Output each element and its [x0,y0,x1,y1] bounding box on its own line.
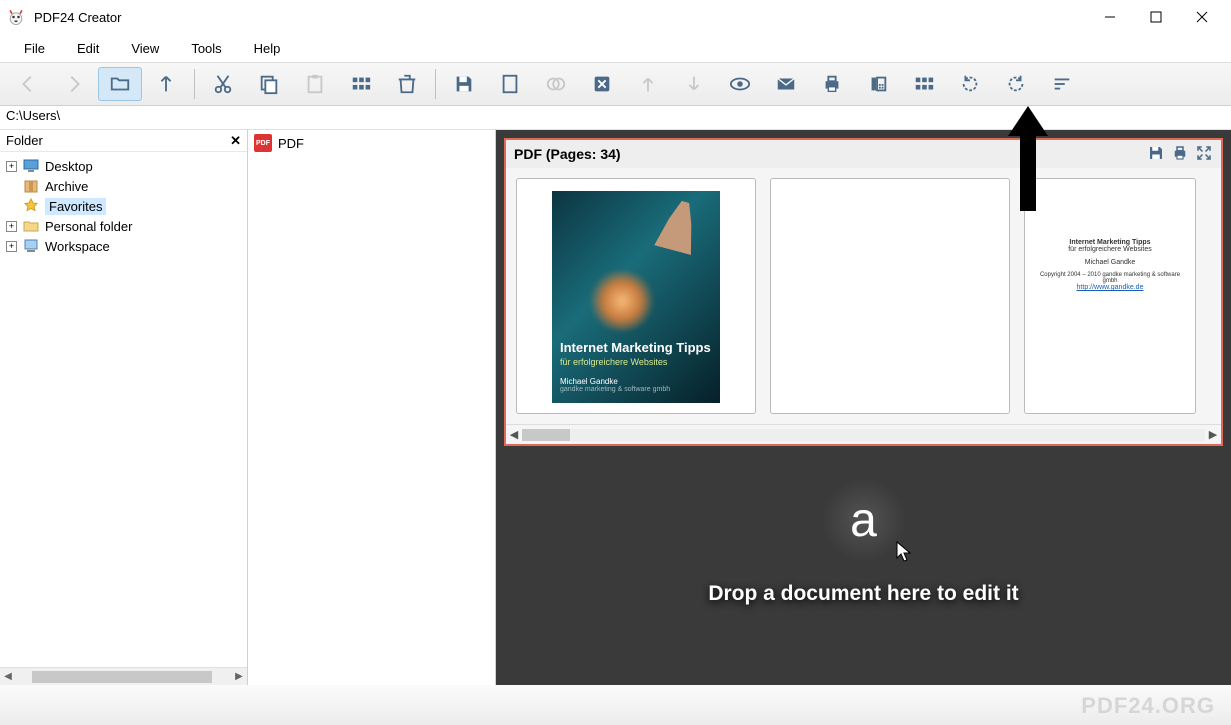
page-thumbnails: Internet Marketing Tipps für erfolgreich… [506,168,1221,424]
forward-button[interactable] [52,67,96,101]
favorites-icon [23,198,39,214]
folder-button[interactable] [98,67,142,101]
tree-item-archive[interactable]: Archive [2,176,245,196]
cover-author: Michael Gandke [560,377,712,386]
tree-label: Archive [45,179,88,194]
path-text: C:\Users\ [6,108,60,123]
rotate-left-button[interactable] [948,67,992,101]
move-up-button[interactable] [626,67,670,101]
menu-file[interactable]: File [10,37,59,60]
minimize-button[interactable] [1087,0,1133,34]
tree-item-workspace[interactable]: + Workspace [2,236,245,256]
delete-button[interactable] [385,67,429,101]
status-bar: PDF24.ORG [0,685,1231,725]
new-page-button[interactable] [488,67,532,101]
window-title: PDF24 Creator [34,10,1087,25]
path-bar[interactable]: C:\Users\ [0,106,1231,130]
pdf-document-panel: PDF (Pages: 34) Internet Marketing Tipps… [504,138,1223,446]
menu-edit[interactable]: Edit [63,37,113,60]
expand-icon[interactable]: + [6,221,17,232]
file-item-pdf[interactable]: PDF PDF [248,130,495,156]
close-folder-panel-button[interactable]: ✕ [230,133,241,149]
expand-icon[interactable]: + [6,241,17,252]
pdf-header-label: PDF (Pages: 34) [514,146,621,162]
cut-button[interactable] [201,67,245,101]
cover-title: Internet Marketing Tipps [560,340,712,355]
page-thumb-1[interactable]: Internet Marketing Tipps für erfolgreich… [516,178,756,414]
up-button[interactable] [144,67,188,101]
desktop-icon [23,158,39,174]
file-list-panel: PDF PDF [248,130,496,685]
toolbar [0,62,1231,106]
tree-label: Workspace [45,239,110,254]
copy-button[interactable] [247,67,291,101]
cover-company: gandke marketing & software gmbh [560,386,712,393]
remove-page-button[interactable] [580,67,624,101]
maximize-button[interactable] [1133,0,1179,34]
thumbnail-grid-button[interactable] [902,67,946,101]
move-down-button[interactable] [672,67,716,101]
drop-text: Drop a document here to edit it [496,582,1231,606]
menu-tools[interactable]: Tools [177,37,235,60]
tree-item-personal[interactable]: + Personal folder [2,216,245,236]
menu-bar: File Edit View Tools Help [0,34,1231,62]
page-thumb-3[interactable]: Internet Marketing Tipps für erfolgreich… [1024,178,1196,414]
drop-logo-icon: a [819,480,909,560]
panel-print-button[interactable] [1171,144,1189,165]
file-name: PDF [278,136,304,151]
print-button[interactable] [810,67,854,101]
cover-subtitle: für erfolgreichere Websites [560,357,712,367]
close-button[interactable] [1179,0,1225,34]
preview-button[interactable] [718,67,762,101]
save-button[interactable] [442,67,486,101]
back-button[interactable] [6,67,50,101]
folder-tree: + Desktop Archive Favorites + Personal f… [0,152,247,667]
panel-save-button[interactable] [1147,144,1165,165]
rotate-right-button[interactable] [994,67,1038,101]
menu-help[interactable]: Help [240,37,295,60]
email-button[interactable] [764,67,808,101]
workspace-panel: PDF (Pages: 34) Internet Marketing Tipps… [496,130,1231,685]
tree-item-desktop[interactable]: + Desktop [2,156,245,176]
tree-label: Favorites [45,198,106,215]
grid-view-button[interactable] [339,67,383,101]
archive-icon [23,178,39,194]
page-thumb-2[interactable] [770,178,1010,414]
expand-icon[interactable]: + [6,161,17,172]
paste-button[interactable] [293,67,337,101]
sort-button[interactable] [1040,67,1084,101]
drop-zone[interactable]: a Drop a document here to edit it [496,454,1231,606]
menu-view[interactable]: View [117,37,173,60]
merge-button[interactable] [534,67,578,101]
panel-fullscreen-button[interactable] [1195,144,1213,165]
fax-button[interactable] [856,67,900,101]
tree-label: Personal folder [45,219,132,234]
folder-header-label: Folder [6,133,43,148]
tree-item-favorites[interactable]: Favorites [2,196,245,216]
cursor-icon [895,540,915,564]
watermark: PDF24.ORG [1081,693,1215,719]
folder-panel: Folder ✕ + Desktop Archive Favorites + [0,130,248,685]
folder-scrollbar[interactable]: ◀▶ [0,667,247,685]
app-icon [6,7,26,27]
workspace-icon [23,238,39,254]
thumbnail-scrollbar[interactable]: ◀▶ [506,424,1221,444]
pdf-icon: PDF [254,134,272,152]
tree-label: Desktop [45,159,93,174]
title-bar: PDF24 Creator [0,0,1231,34]
folder-icon [23,218,39,234]
